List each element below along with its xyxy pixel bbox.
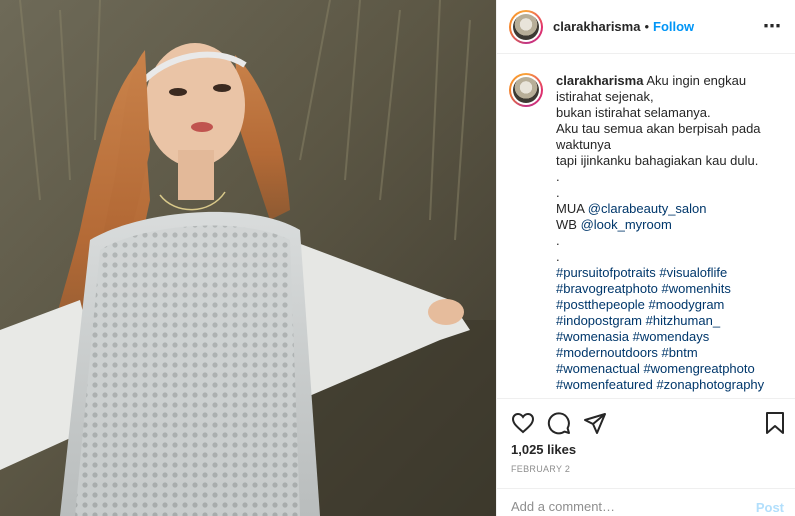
share-icon[interactable] — [583, 411, 607, 435]
avatar-image — [513, 13, 539, 40]
caption-line: bukan istirahat selamanya. — [556, 105, 711, 120]
post-photo — [0, 0, 496, 516]
caption-username[interactable]: clarakharisma — [556, 73, 643, 88]
follow-button[interactable]: Follow — [653, 19, 694, 34]
hashtag-line[interactable]: #modernoutdoors #bntm — [556, 345, 784, 361]
hashtag-line[interactable]: #pursuitofpotraits #visualoflife — [556, 265, 784, 281]
caption-line: . — [556, 249, 560, 264]
caption-line: tapi ijinkanku bahagiakan kau dulu. — [556, 153, 759, 168]
caption-text: clarakharisma Aku ingin engkau istirahat… — [556, 73, 784, 393]
mua-label: MUA — [556, 201, 585, 216]
hashtag-line[interactable]: #indopostgram #hitzhuman_ — [556, 313, 784, 329]
post-actions: 1,025 likes FEBRUARY 2 Post — [497, 398, 795, 516]
bookmark-icon[interactable] — [763, 411, 787, 435]
caption-line: . — [556, 233, 560, 248]
separator-dot: • — [644, 19, 650, 34]
author-avatar[interactable] — [509, 9, 543, 44]
more-options-icon[interactable]: ⋯ — [763, 17, 782, 35]
caption-scroll-area[interactable]: clarakharisma Aku ingin engkau istirahat… — [497, 55, 795, 398]
mua-line: MUA @clarabeauty_salon — [556, 201, 784, 217]
comment-bar: Post — [497, 488, 795, 516]
caption-line: Aku tau semua akan berpisah pada waktuny… — [556, 121, 761, 152]
post-detail-panel: clarakharisma • Follow ⋯ clarakharisma A… — [496, 0, 795, 516]
wb-mention-link[interactable]: @look_myroom — [581, 217, 672, 232]
hashtag-line[interactable]: #postthepeople #moodygram — [556, 297, 784, 313]
comment-icon[interactable] — [547, 411, 571, 435]
wb-line: WB @look_myroom — [556, 217, 784, 233]
hashtag-line[interactable]: #womenfeatured #zonaphotography — [556, 377, 784, 393]
caption-row: clarakharisma Aku ingin engkau istirahat… — [509, 73, 784, 393]
author-username[interactable]: clarakharisma — [553, 19, 640, 34]
avatar-ring-inner — [511, 75, 541, 105]
avatar-image — [513, 77, 539, 103]
caption-avatar[interactable] — [509, 73, 543, 107]
photo-illustration — [0, 0, 496, 516]
post-comment-button[interactable]: Post — [756, 500, 784, 515]
wb-label: WB — [556, 217, 577, 232]
hashtag-line[interactable]: #womenactual #womengreatphoto — [556, 361, 784, 377]
comment-input[interactable] — [511, 499, 741, 514]
heart-icon[interactable] — [511, 411, 535, 435]
caption-line: . — [556, 169, 560, 184]
post-header: clarakharisma • Follow ⋯ — [497, 0, 795, 54]
likes-count[interactable]: 1,025 likes — [511, 442, 576, 457]
caption-line: . — [556, 185, 560, 200]
hashtag-line[interactable]: #womenasia #womendays — [556, 329, 784, 345]
mua-mention-link[interactable]: @clarabeauty_salon — [588, 201, 707, 216]
avatar-ring-inner — [511, 11, 541, 42]
post-date[interactable]: FEBRUARY 2 — [511, 464, 570, 474]
hashtag-line[interactable]: #bravogreatphoto #womenhits — [556, 281, 784, 297]
